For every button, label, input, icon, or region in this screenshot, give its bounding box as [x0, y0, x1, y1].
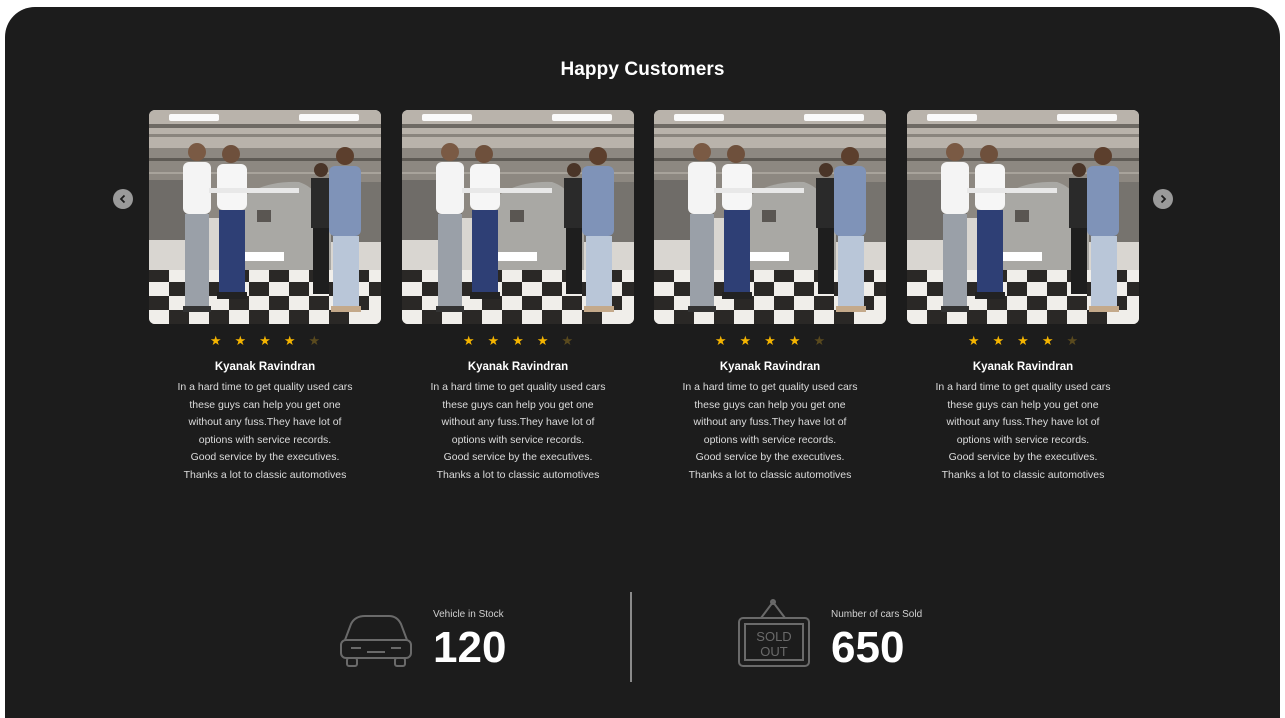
- chevron-left-icon: [119, 194, 126, 204]
- star-icon: ★: [992, 333, 1005, 348]
- customer-photo: [402, 110, 634, 324]
- star-icon: ★: [967, 333, 980, 348]
- stat-vehicles-in-stock: Vehicle in Stock 120: [337, 592, 506, 670]
- customer-name: Kyanak Ravindran: [972, 361, 1074, 373]
- star-icon: ★: [813, 333, 826, 348]
- star-icon: ★: [788, 333, 801, 348]
- stats-divider: [630, 592, 632, 682]
- stat-label: Number of cars Sold: [831, 609, 923, 620]
- star-icon: ★: [308, 333, 321, 348]
- review-text: In a hard time to get quality used cars …: [682, 381, 858, 481]
- rating-stars: ★ ★ ★ ★ ★: [654, 334, 886, 348]
- customer-photo: [149, 110, 381, 324]
- car-icon: [340, 615, 412, 667]
- star-icon: ★: [1041, 333, 1054, 348]
- stat-value: 120: [433, 623, 507, 672]
- carousel-prev-button[interactable]: [113, 189, 133, 209]
- testimonial-card: ★ ★ ★ ★ ★ Kyanak Ravindran In a hard time to…: [654, 110, 886, 484]
- star-icon: ★: [714, 333, 727, 348]
- svg-text:OUT: OUT: [760, 644, 788, 659]
- testimonials-panel: Happy Customers ★ ★ ★ ★ ★ Kyanak Ravindran I…: [5, 7, 1280, 718]
- customer-name: Kyanak Ravindran: [719, 361, 821, 373]
- star-icon: ★: [739, 333, 752, 348]
- testimonial-card: ★ ★ ★ ★ ★ Kyanak Ravindran In a hard time to…: [907, 110, 1139, 484]
- star-icon: ★: [487, 333, 500, 348]
- carousel-next-button[interactable]: [1153, 189, 1173, 209]
- testimonial-card: ★ ★ ★ ★ ★ Kyanak Ravindran In a hard time to…: [402, 110, 634, 484]
- star-icon: ★: [561, 333, 574, 348]
- stat-label: Vehicle in Stock: [433, 609, 504, 620]
- star-icon: ★: [764, 333, 776, 348]
- stat-value: 650: [831, 623, 905, 672]
- star-icon: ★: [259, 333, 271, 348]
- star-icon: ★: [234, 333, 247, 348]
- stat-cars-sold: SOLD OUT Number of cars Sold 650: [735, 592, 922, 670]
- testimonial-card: ★ ★ ★ ★ ★ Kyanak Ravindran In a hard time to…: [149, 110, 381, 484]
- review-text: In a hard time to get quality used cars …: [430, 381, 606, 481]
- sold-out-tag-icon: SOLD OUT: [738, 599, 810, 667]
- star-icon: ★: [1017, 333, 1029, 348]
- customer-name: Kyanak Ravindran: [214, 361, 316, 373]
- rating-stars: ★ ★ ★ ★ ★: [907, 334, 1139, 348]
- customer-name: Kyanak Ravindran: [467, 361, 569, 373]
- star-icon: ★: [283, 333, 296, 348]
- rating-stars: ★ ★ ★ ★ ★: [149, 334, 381, 348]
- customer-photo: [654, 110, 886, 324]
- review-text: In a hard time to get quality used cars …: [935, 381, 1111, 481]
- star-icon: ★: [209, 333, 222, 348]
- section-title: Happy Customers: [560, 59, 725, 80]
- svg-text:SOLD: SOLD: [756, 629, 791, 644]
- review-text: In a hard time to get quality used cars …: [177, 381, 353, 481]
- customer-photo: [907, 110, 1139, 324]
- star-icon: ★: [512, 333, 524, 348]
- rating-stars: ★ ★ ★ ★ ★: [402, 334, 634, 348]
- star-icon: ★: [1066, 333, 1079, 348]
- star-icon: ★: [462, 333, 475, 348]
- star-icon: ★: [536, 333, 549, 348]
- chevron-right-icon: [1160, 194, 1167, 204]
